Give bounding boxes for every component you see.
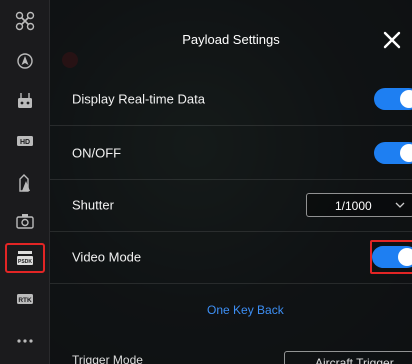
setting-row-video-mode: Video Mode <box>50 230 412 284</box>
sidebar-item-rtk[interactable]: RTK <box>5 284 45 314</box>
psdk-payload-icon: PSDK <box>17 251 33 265</box>
sidebar-item-hd[interactable]: HD <box>5 126 45 156</box>
camera-icon <box>16 214 34 229</box>
aircraft-icon <box>15 11 35 31</box>
sidebar-item-aircraft[interactable] <box>5 6 45 36</box>
one-key-back-link[interactable]: One Key Back <box>207 303 284 317</box>
hd-icon: HD <box>17 136 33 146</box>
video-mode-highlight <box>370 239 412 274</box>
setting-label: Shutter <box>72 197 114 212</box>
panel-header: Payload Settings <box>50 22 412 58</box>
sidebar-item-battery[interactable] <box>5 168 45 198</box>
sidebar-item-remote-controller[interactable] <box>5 86 45 116</box>
sidebar: HD PSDK RTK <box>0 0 50 364</box>
sidebar-item-psdk[interactable]: PSDK <box>5 243 45 273</box>
setting-label: Display Real-time Data <box>72 91 205 106</box>
toggle-knob <box>400 89 412 108</box>
sidebar-item-camera[interactable] <box>5 206 45 236</box>
panel-title: Payload Settings <box>182 32 280 47</box>
chevron-down-icon <box>395 202 405 208</box>
trigger-mode-value: Aircraft Trigger <box>315 356 394 364</box>
rtk-icon: RTK <box>17 294 33 304</box>
shutter-select[interactable]: 1/1000 <box>306 192 412 217</box>
setting-row-trigger-mode: Trigger Mode Aircraft Trigger <box>50 345 412 364</box>
on-off-toggle[interactable] <box>374 141 412 164</box>
navigation-icon <box>17 53 33 69</box>
sidebar-item-navigation[interactable] <box>5 46 45 76</box>
svg-text:HD: HD <box>20 139 30 146</box>
remote-controller-icon <box>18 93 32 108</box>
display-realtime-data-toggle[interactable] <box>374 87 412 110</box>
close-button[interactable] <box>380 28 404 52</box>
svg-text:PSDK: PSDK <box>18 259 32 265</box>
setting-label: ON/OFF <box>72 145 122 160</box>
payload-settings-panel: Payload Settings Display Real-time Data … <box>50 0 412 364</box>
trigger-mode-select[interactable]: Aircraft Trigger <box>284 351 412 364</box>
sidebar-item-more[interactable] <box>5 326 45 356</box>
shutter-value: 1/1000 <box>335 198 372 213</box>
setting-row-shutter: Shutter 1/1000 <box>50 178 412 232</box>
setting-label: Trigger Mode <box>72 353 143 364</box>
video-mode-toggle[interactable] <box>372 245 412 268</box>
toggle-knob <box>398 247 412 266</box>
battery-icon <box>19 174 30 192</box>
close-icon <box>383 31 401 49</box>
svg-text:RTK: RTK <box>18 297 32 304</box>
setting-row-on-off: ON/OFF <box>50 126 412 180</box>
setting-label: Video Mode <box>72 249 142 264</box>
more-icon <box>17 339 33 343</box>
setting-row-display-realtime-data: Display Real-time Data <box>50 72 412 126</box>
toggle-knob <box>400 143 412 162</box>
